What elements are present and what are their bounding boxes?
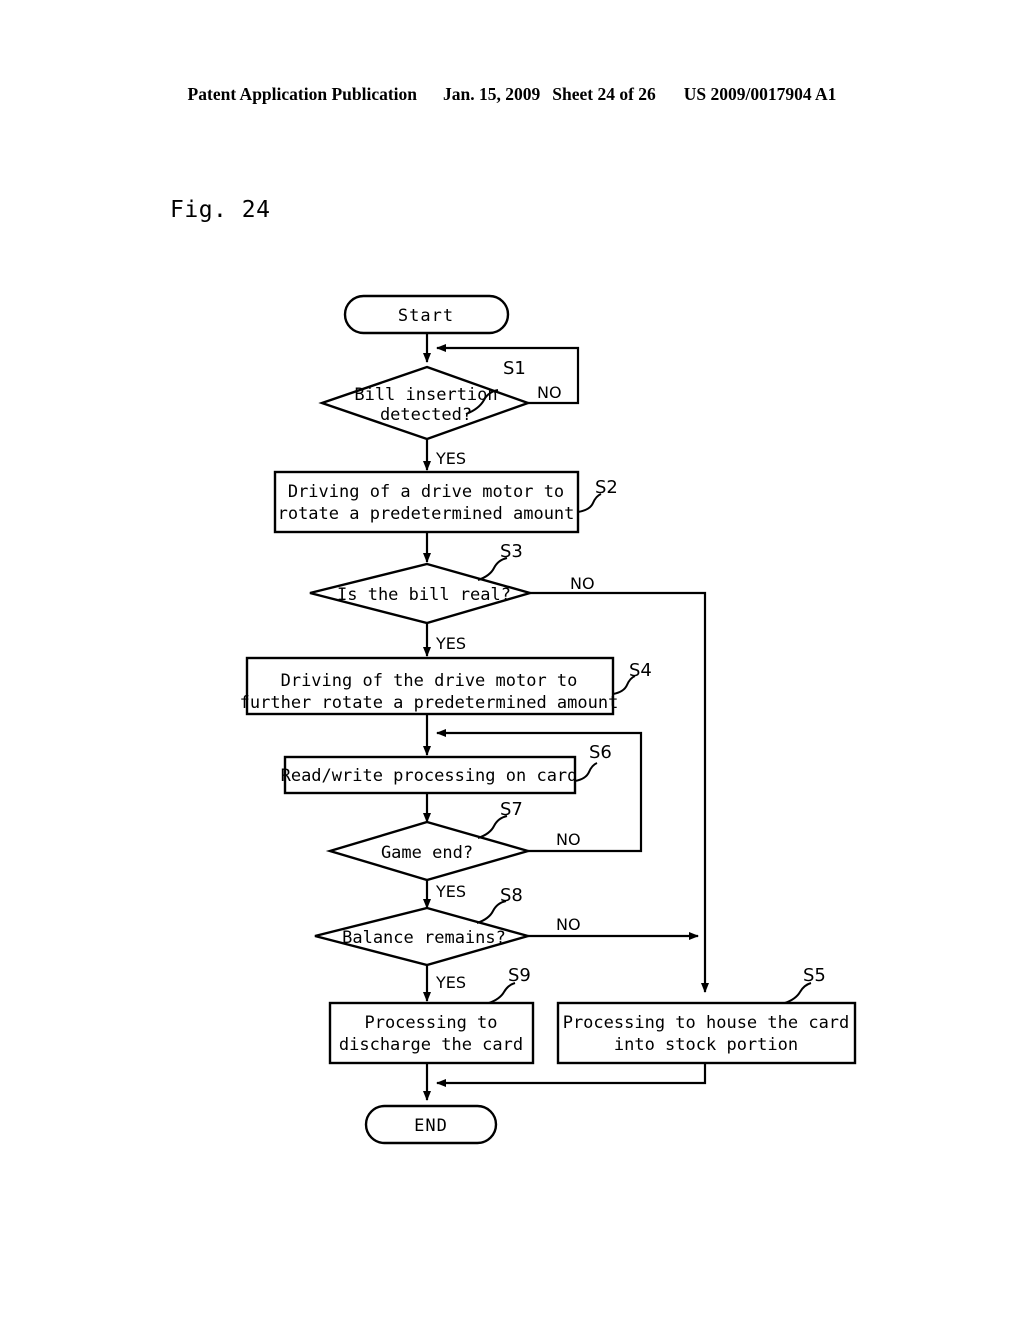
node-start-label: Start (398, 306, 454, 326)
node-s4-process[interactable]: Driving of the drive motor to further ro… (240, 656, 619, 716)
flowchart-diagram: Start Bill insertion detected? S1 NO YES… (240, 294, 857, 1145)
node-s5-text-line2: into stock portion (614, 1035, 798, 1055)
label-s8-id: S8 (476, 885, 523, 924)
node-end-label: END (414, 1116, 448, 1136)
node-s2-text-line1: Driving of a drive motor to (288, 482, 564, 502)
branch-label-s3-no: NO (570, 574, 595, 593)
node-s1-decision[interactable]: Bill insertion detected? (318, 365, 532, 441)
node-s8-decision[interactable]: Balance remains? (314, 906, 533, 967)
node-s3-text-line1: Is the bill real? (337, 585, 511, 605)
label-s7-id: S7 (477, 799, 523, 839)
label-s9-id: S9 (488, 965, 531, 1004)
patent-page: Patent Application Publication Jan. 15, 2… (0, 0, 1024, 1320)
node-s1-text-line1: Bill insertion (354, 385, 497, 405)
node-s6-text-line1: Read/write processing on card (281, 766, 578, 786)
label-s4-id: S4 (612, 660, 652, 695)
node-s4-text-line2: further rotate a predetermined amount (240, 693, 619, 713)
branch-label-s1-no: NO (537, 383, 562, 402)
node-s7-text-line1: Game end? (381, 843, 473, 863)
step-id-s8: S8 (500, 885, 523, 906)
step-id-s7: S7 (500, 799, 523, 820)
node-s5-text-line1: Processing to house the card (563, 1013, 850, 1033)
edge-s5-to-merge (436, 1063, 707, 1087)
label-s6-id: S6 (574, 742, 612, 782)
label-s2-id: S2 (577, 477, 618, 513)
node-s9-text-line2: discharge the card (339, 1035, 523, 1055)
node-s9-text-line1: Processing to (364, 1013, 497, 1033)
branch-label-s8-yes: YES (435, 973, 466, 992)
step-id-s6: S6 (589, 742, 612, 763)
step-id-s9: S9 (508, 965, 531, 986)
branch-label-s3-yes: YES (435, 634, 466, 653)
branch-label-s7-no: NO (556, 830, 581, 849)
branch-label-s1-yes: YES (435, 449, 466, 468)
step-id-s3: S3 (500, 541, 523, 562)
branch-label-s8-no: NO (556, 915, 581, 934)
node-s5-process[interactable]: Processing to house the card into stock … (556, 1001, 857, 1065)
step-id-s4: S4 (629, 660, 652, 681)
node-s6-process[interactable]: Read/write processing on card (281, 755, 578, 795)
node-s1-text-line2: detected? (380, 405, 472, 425)
node-s9-process[interactable]: Processing to discharge the card (328, 1001, 535, 1065)
node-s7-decision[interactable]: Game end? (325, 820, 533, 882)
step-id-s2: S2 (595, 477, 618, 498)
node-s3-decision[interactable]: Is the bill real? (309, 562, 535, 625)
step-id-s5: S5 (803, 965, 826, 986)
node-s4-text-line1: Driving of the drive motor to (281, 671, 578, 691)
branch-label-s7-yes: YES (435, 882, 466, 901)
step-id-s1: S1 (503, 358, 526, 379)
label-s3-id: S3 (477, 541, 523, 581)
node-s2-process[interactable]: Driving of a drive motor to rotate a pre… (273, 470, 580, 534)
node-end[interactable]: END (364, 1104, 498, 1145)
node-s2-text-line2: rotate a predetermined amount (278, 504, 575, 524)
node-s8-text-line1: Balance remains? (342, 928, 506, 948)
label-s5-id: S5 (784, 965, 826, 1004)
node-start[interactable]: Start (343, 294, 510, 335)
